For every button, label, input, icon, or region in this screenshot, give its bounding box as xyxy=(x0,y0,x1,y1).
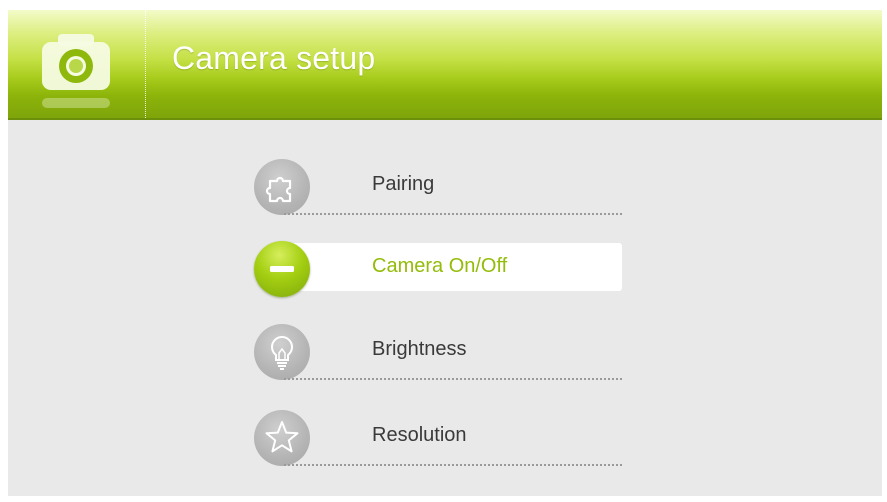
camera-setup-screen: Camera setup Pairing Camera On/Off Brigh… xyxy=(8,10,882,496)
star-icon xyxy=(254,410,310,466)
menu-item-label: Resolution xyxy=(372,424,467,446)
header-divider xyxy=(145,10,146,120)
menu-item-label: Brightness xyxy=(372,338,467,360)
header-bottom-border xyxy=(8,118,882,120)
header-bar: Camera setup xyxy=(8,10,882,120)
lightbulb-icon xyxy=(254,324,310,380)
menu-item-brightness[interactable]: Brightness xyxy=(254,324,622,380)
menu-item-camera-on-off[interactable]: Camera On/Off xyxy=(254,241,622,297)
menu-item-resolution[interactable]: Resolution xyxy=(254,410,622,466)
menu-item-divider xyxy=(284,378,622,380)
menu-item-divider xyxy=(284,213,622,215)
puzzle-icon xyxy=(254,159,310,215)
menu-item-label: Pairing xyxy=(372,173,435,195)
menu-item-divider xyxy=(284,464,622,466)
minus-icon xyxy=(254,241,310,297)
menu-item-pairing[interactable]: Pairing xyxy=(254,159,622,215)
camera-icon xyxy=(36,28,116,114)
menu-item-label: Camera On/Off xyxy=(372,255,508,277)
page-title: Camera setup xyxy=(172,40,376,76)
